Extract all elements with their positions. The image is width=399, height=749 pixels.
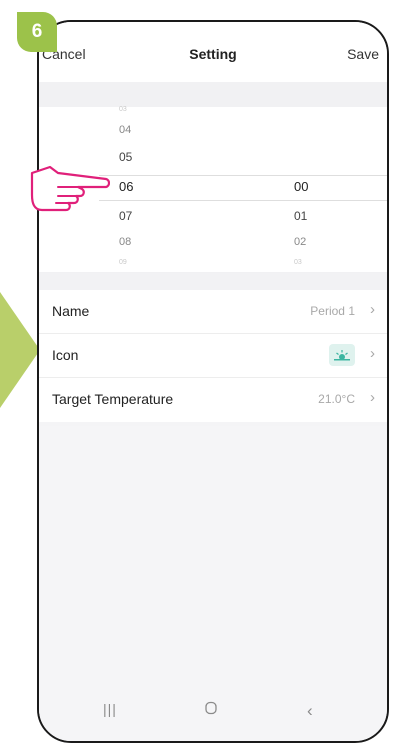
chevron-right-icon: › [370, 301, 375, 318]
page-title: Setting [189, 46, 237, 62]
hour-option[interactable]: 09 [119, 259, 127, 266]
chevron-right-icon: › [370, 389, 375, 406]
phone-frame: Cancel Setting Save 03 04 05 06 07 08 09… [37, 20, 389, 743]
name-label: Name [52, 303, 90, 319]
pointing-hand-icon [30, 165, 110, 212]
hour-option[interactable]: 08 [119, 236, 131, 248]
minute-option-selected[interactable]: 00 [294, 179, 308, 194]
hour-option[interactable]: 07 [119, 209, 132, 223]
recent-apps-icon[interactable]: ||| [103, 701, 117, 717]
back-icon[interactable]: ‹ [307, 701, 313, 721]
target-temperature-label: Target Temperature [52, 391, 174, 407]
minute-option[interactable]: 02 [294, 236, 306, 248]
step-number: 6 [31, 21, 43, 42]
minute-option[interactable]: 03 [294, 259, 302, 266]
header: Cancel Setting Save [39, 22, 387, 82]
save-button[interactable]: Save [347, 46, 379, 62]
name-row[interactable]: Name Period 1 › [39, 290, 387, 334]
side-arrow [0, 292, 40, 408]
home-icon[interactable] [204, 701, 218, 720]
target-temperature-row[interactable]: Target Temperature 21.0°C › [39, 378, 387, 422]
step-badge: 6 [17, 12, 57, 52]
chevron-right-icon: › [370, 345, 375, 362]
icon-label: Icon [52, 347, 79, 363]
hour-option[interactable]: 03 [119, 106, 127, 113]
hour-option-selected[interactable]: 06 [119, 179, 133, 194]
name-value: Period 1 [310, 304, 355, 318]
system-navbar: ||| ‹ [39, 683, 387, 741]
target-temperature-value: 21.0°C [318, 392, 355, 406]
sun-icon [329, 344, 355, 366]
selection-line-top [99, 175, 387, 176]
hour-option[interactable]: 05 [119, 150, 132, 164]
selection-line-bottom [99, 200, 387, 201]
hour-option[interactable]: 04 [119, 124, 131, 136]
icon-row[interactable]: Icon › [39, 334, 387, 378]
minute-option[interactable]: 01 [294, 209, 307, 223]
